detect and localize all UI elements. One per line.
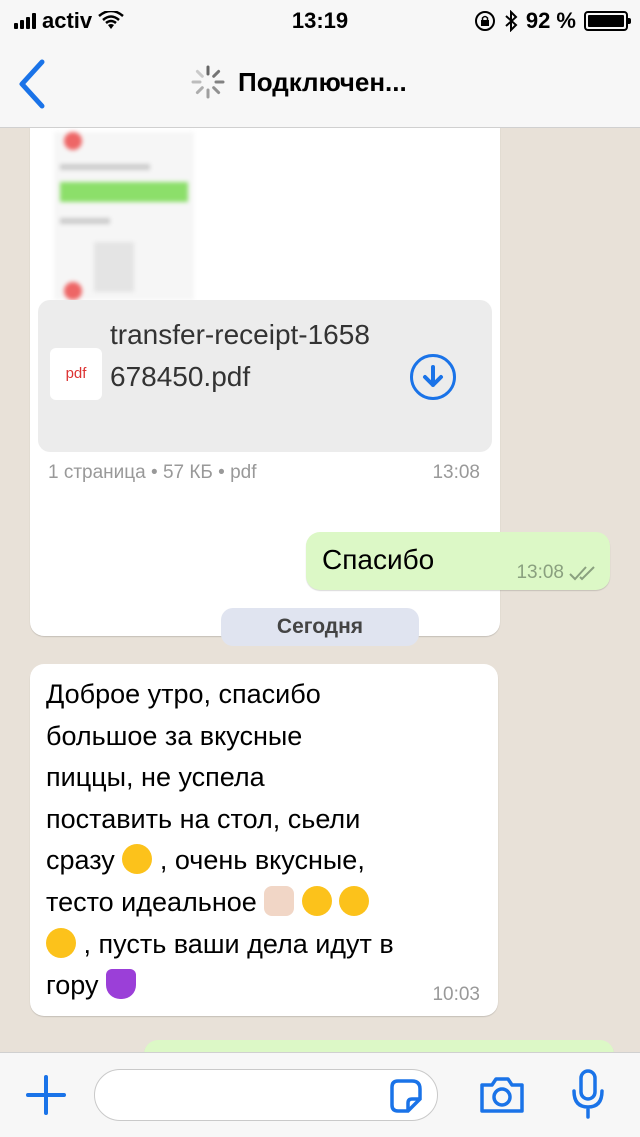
message-time: 13:08 xyxy=(432,462,480,483)
message-line: , очень вкусные, xyxy=(159,845,365,876)
attach-button[interactable] xyxy=(22,1071,70,1119)
rotation-lock-icon xyxy=(474,11,495,31)
back-button[interactable] xyxy=(14,56,54,112)
chat-title[interactable]: Подключен... xyxy=(190,64,407,100)
message-line: сразу xyxy=(46,845,115,876)
message-line: тесто идеальное xyxy=(46,886,257,917)
preview-page xyxy=(54,132,194,300)
message-line: гору xyxy=(46,970,99,1001)
battery-percent: 92 % xyxy=(525,8,576,33)
message-line: большое за вкусные xyxy=(46,720,303,751)
grinning-face-emoji-icon xyxy=(122,844,153,875)
message-time: 10:03 xyxy=(432,984,480,1005)
pdf-file-icon: pdf xyxy=(50,348,102,400)
incoming-message[interactable]: Доброе утро, спасибо большое за вкусные … xyxy=(30,664,498,1016)
plus-icon xyxy=(26,1075,66,1115)
message-meta: 13:08 xyxy=(516,562,598,584)
connection-status: Подключен... xyxy=(238,66,407,97)
message-line: поставить на стол, сьели xyxy=(46,803,361,834)
navigation-bar: Подключен... xyxy=(0,40,640,128)
date-separator: Сегодня xyxy=(221,608,419,646)
status-bar: activ 13:19 92 % xyxy=(0,0,640,40)
message-text: Доброе утро, спасибо большое за вкусные … xyxy=(46,674,486,1007)
document-preview[interactable] xyxy=(38,128,492,304)
file-name: transfer-receipt-1658678450.pdf xyxy=(110,319,370,392)
chevron-left-icon xyxy=(19,59,45,109)
outgoing-message-partial[interactable] xyxy=(144,1040,614,1052)
sticker-icon xyxy=(390,1079,422,1113)
message-line: пиццы, не успела xyxy=(46,762,265,793)
arrow-down-icon xyxy=(423,365,443,387)
outgoing-message[interactable]: Спасибо 13:08 xyxy=(306,532,610,590)
sticker-button[interactable] xyxy=(386,1077,424,1115)
message-line: , пусть ваши дела идут в xyxy=(83,928,394,959)
camera-button[interactable] xyxy=(478,1073,526,1117)
camera-icon xyxy=(480,1077,524,1113)
battery-icon xyxy=(584,11,631,31)
yum-face-emoji-icon xyxy=(339,885,370,916)
chat-area[interactable]: pdf transfer-receipt-1658678450.pdf 1 ст… xyxy=(0,128,640,1052)
file-meta: 1 страница • 57 КБ • pdf xyxy=(48,462,257,483)
folded-hands-emoji-icon xyxy=(264,885,295,916)
purple-heart-emoji-icon xyxy=(106,969,136,1000)
double-check-icon xyxy=(569,566,595,581)
message-text: Спасибо xyxy=(322,544,435,575)
download-button[interactable] xyxy=(410,354,456,400)
microphone-button[interactable] xyxy=(570,1067,606,1123)
status-right: 92 % xyxy=(474,8,631,34)
message-line: Доброе утро, спасибо xyxy=(46,679,321,709)
file-attachment[interactable]: pdf transfer-receipt-1658678450.pdf xyxy=(38,300,492,452)
message-time: 13:08 xyxy=(516,562,564,583)
yum-face-emoji-icon xyxy=(46,927,76,958)
loading-spinner-icon xyxy=(191,65,225,99)
input-bar xyxy=(0,1052,640,1137)
microphone-icon xyxy=(572,1069,604,1119)
yum-face-emoji-icon xyxy=(301,885,332,916)
bluetooth-icon xyxy=(505,10,518,32)
